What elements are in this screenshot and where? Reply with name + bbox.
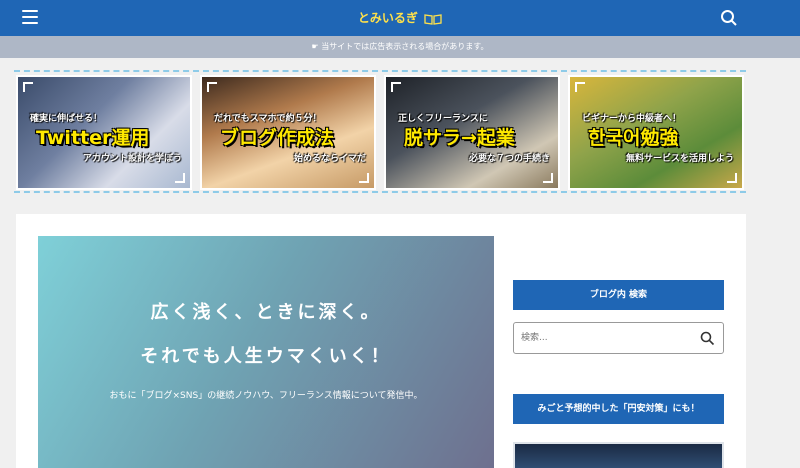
banner-subtitle: 無料サービスを活用しよう [625,154,734,164]
promo-widget-title: みごと予想的中した「円安対策」にも！ [513,394,724,424]
search-icon[interactable] [720,9,738,27]
banner-row: 確実に伸ばせる！ Twitter運用 アカウント設計を学ぼう だれでもスマホで約… [14,70,746,193]
main-content-card: 広く浅く、ときに深く。 それでも人生ウマくいく！ おもに「ブログ×SNS」の継続… [16,214,746,468]
banner-subtitle: アカウント設計を学ぼう [82,154,182,164]
search-icon[interactable] [700,331,715,346]
banner-korean[interactable]: ビギナーから中級者へ！ 한국어勉強 無料サービスを活用しよう [568,75,744,190]
site-logo[interactable]: とみいるぎ [0,9,800,26]
hero-banner: 広く浅く、ときに深く。 それでも人生ウマくいく！ おもに「ブログ×SNS」の継続… [38,236,494,468]
search-input[interactable] [514,323,694,353]
banner-title: ブログ作成法 [220,127,335,149]
sidebar-search-box [513,322,724,354]
banner-freelance[interactable]: 正しくフリーランスに 脱サラ→起業 必要な７つの手続き [384,75,560,190]
ad-notice-text: ☛ 当サイトでは広告表示される場合があります。 [311,42,489,51]
banner-subtitle: 始めるならイマだ [293,154,366,164]
banner-title: 脱サラ→起業 [404,127,515,149]
banner-title: Twitter運用 [36,127,150,149]
site-header: とみいるぎ [0,0,800,36]
banner-twitter[interactable]: 確実に伸ばせる！ Twitter運用 アカウント設計を学ぼう [16,75,192,190]
banner-subtitle: 必要な７つの手続き [468,154,550,164]
sidebar: ブログ内 検索 みごと予想的中した「円安対策」にも！ [513,280,724,468]
hero-headline-1: 広く浅く、ときに深く。 [150,302,382,323]
promo-thumbnail[interactable] [513,442,724,468]
hero-description: おもに「ブログ×SNS」の継続ノウハウ、フリーランス情報について発信中。 [109,391,423,401]
open-book-icon [424,13,442,25]
ad-notice-bar: ☛ 当サイトでは広告表示される場合があります。 [0,36,800,58]
search-widget-title: ブログ内 検索 [513,280,724,310]
banner-title: 한국어勉強 [588,127,679,149]
site-title: とみいるぎ [357,11,418,25]
hero-headline-2: それでも人生ウマくいく！ [140,346,392,367]
banner-blog[interactable]: だれでもスマホで約５分！ ブログ作成法 始めるならイマだ [200,75,376,190]
